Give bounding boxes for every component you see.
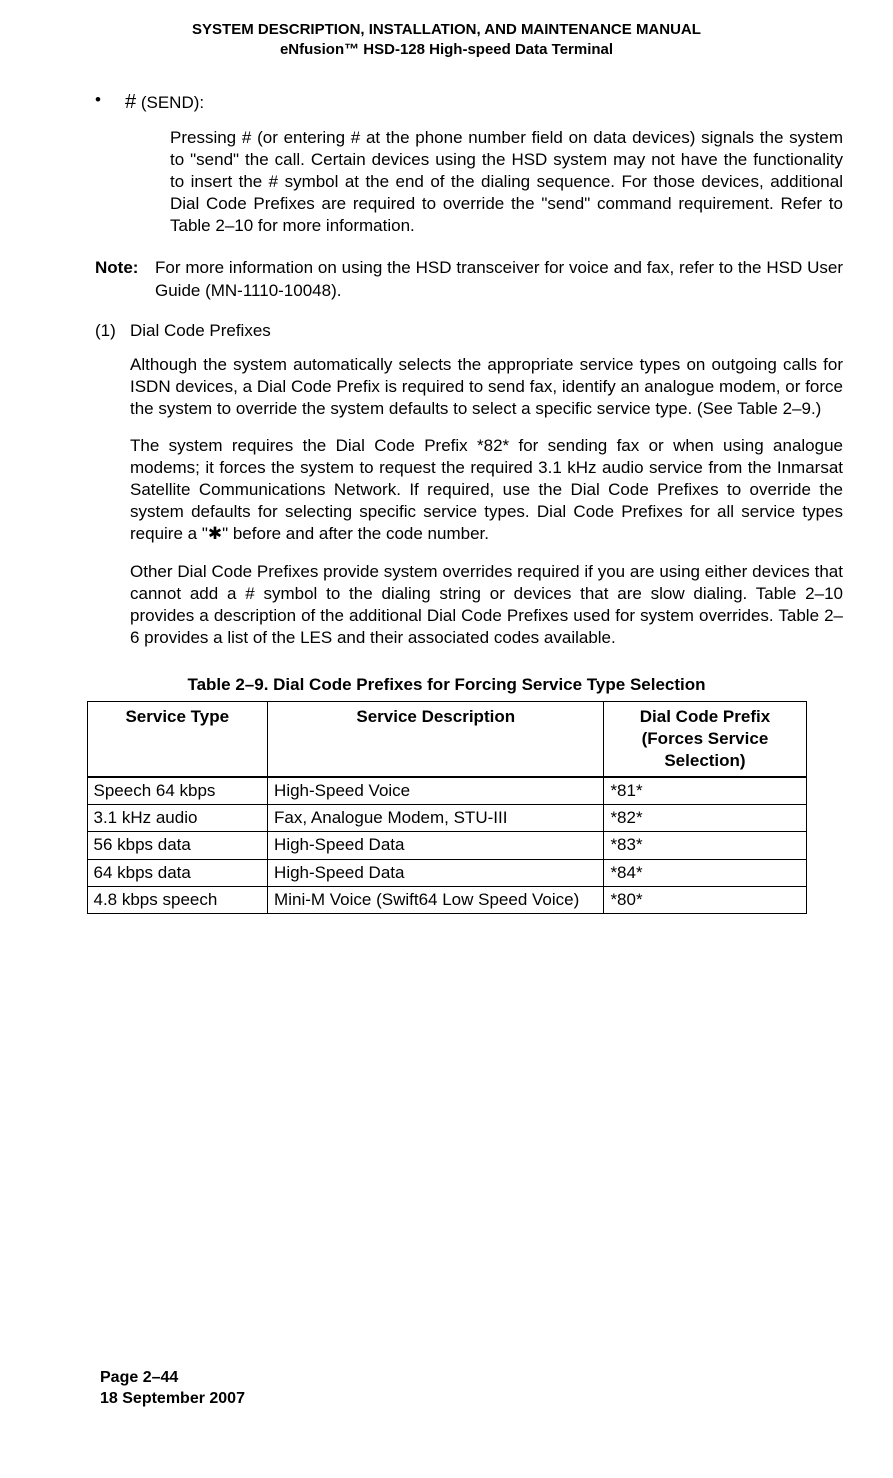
table-row: 64 kbps data High-Speed Data *84* <box>87 859 806 886</box>
cell-service-description: High-Speed Data <box>268 832 604 859</box>
paragraph-1: Although the system automatically select… <box>130 354 843 420</box>
cell-dial-code: *80* <box>604 886 806 913</box>
cell-dial-code: *82* <box>604 805 806 832</box>
bullet-section: • # (SEND): Pressing # (or entering # at… <box>95 89 843 237</box>
table-header-row: Service Type Service Description Dial Co… <box>87 701 806 777</box>
paragraph-3: Other Dial Code Prefixes provide system … <box>130 561 843 649</box>
note-block: Note: For more information on using the … <box>95 257 843 301</box>
note-text: For more information on using the HSD tr… <box>155 257 843 301</box>
cell-service-description: Fax, Analogue Modem, STU-III <box>268 805 604 832</box>
header-subtitle: eNfusion™ HSD-128 High-speed Data Termin… <box>50 40 843 60</box>
list-item-1: (1) Dial Code Prefixes <box>95 320 843 342</box>
cell-service-type: 3.1 kHz audio <box>87 805 268 832</box>
table-row: 56 kbps data High-Speed Data *83* <box>87 832 806 859</box>
cell-service-type: 4.8 kbps speech <box>87 886 268 913</box>
cell-dial-code: *84* <box>604 859 806 886</box>
table-caption: Table 2–9. Dial Code Prefixes for Forcin… <box>50 674 843 696</box>
cell-service-description: Mini-M Voice (Swift64 Low Speed Voice) <box>268 886 604 913</box>
cell-service-type: 64 kbps data <box>87 859 268 886</box>
list-number: (1) <box>95 320 130 342</box>
bullet-label: # (SEND): <box>125 89 843 115</box>
page-footer: Page 2–44 18 September 2007 <box>100 1368 245 1410</box>
bullet-marker: • <box>95 89 125 115</box>
cell-service-type: Speech 64 kbps <box>87 777 268 805</box>
page-number: Page 2–44 <box>100 1368 245 1389</box>
send-label: (SEND): <box>136 93 204 112</box>
document-header: SYSTEM DESCRIPTION, INSTALLATION, AND MA… <box>50 20 843 59</box>
dial-code-table: Service Type Service Description Dial Co… <box>87 701 807 914</box>
note-label: Note: <box>95 257 155 301</box>
table-row: Speech 64 kbps High-Speed Voice *81* <box>87 777 806 805</box>
bullet-paragraph: Pressing # (or entering # at the phone n… <box>170 127 843 237</box>
cell-dial-code: *83* <box>604 832 806 859</box>
cell-service-description: High-Speed Data <box>268 859 604 886</box>
footer-date: 18 September 2007 <box>100 1389 245 1410</box>
table-row: 4.8 kbps speech Mini-M Voice (Swift64 Lo… <box>87 886 806 913</box>
hash-symbol: # <box>125 91 136 113</box>
bullet-heading: • # (SEND): <box>95 89 843 115</box>
list-title: Dial Code Prefixes <box>130 320 843 342</box>
th-dial-code-prefix: Dial Code Prefix (Forces Service Selecti… <box>604 701 806 777</box>
header-title: SYSTEM DESCRIPTION, INSTALLATION, AND MA… <box>50 20 843 40</box>
th-service-type: Service Type <box>87 701 268 777</box>
paragraph-2: The system requires the Dial Code Prefix… <box>130 435 843 545</box>
th-service-description: Service Description <box>268 701 604 777</box>
cell-service-description: High-Speed Voice <box>268 777 604 805</box>
cell-service-type: 56 kbps data <box>87 832 268 859</box>
table-row: 3.1 kHz audio Fax, Analogue Modem, STU-I… <box>87 805 806 832</box>
cell-dial-code: *81* <box>604 777 806 805</box>
